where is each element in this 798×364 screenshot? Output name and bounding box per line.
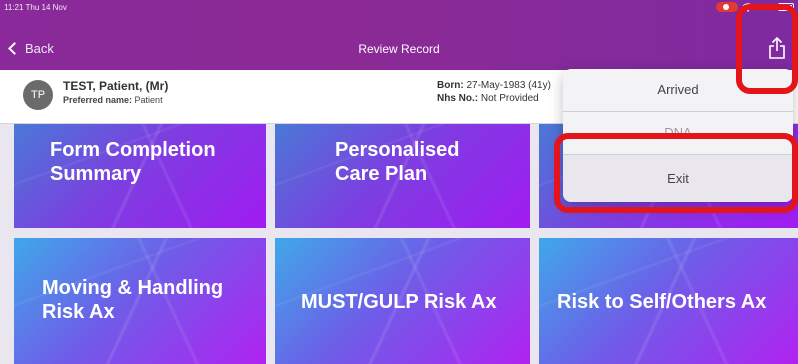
battery-icon — [778, 3, 794, 11]
app-header: 11:21 Thu 14 Nov 97% Back Review Record — [0, 0, 798, 70]
preferred-name-label: Preferred name: — [63, 95, 133, 105]
tile-must-gulp-risk-ax[interactable]: MUST/GULP Risk Ax — [275, 238, 530, 364]
tile-form-completion-summary[interactable]: Form Completion Summary — [14, 124, 266, 228]
menu-item-arrived[interactable]: Arrived — [563, 69, 793, 111]
tile-label-line1: Form Completion — [50, 139, 216, 161]
nav-bar: Back Review Record — [0, 32, 798, 68]
share-action-menu: Arrived DNA Exit — [563, 69, 793, 202]
tile-moving-handling-risk-ax[interactable]: Moving & Handling Risk Ax — [14, 238, 266, 364]
tile-label-line2: Care Plan — [335, 163, 428, 185]
tile-label-line1: Personalised — [335, 139, 460, 161]
tile-risk-to-self-others-ax[interactable]: Risk to Self/Others Ax — [539, 238, 798, 364]
screen-recording-icon — [715, 2, 738, 12]
avatar: TP — [23, 80, 53, 110]
menu-item-exit[interactable]: Exit — [563, 155, 793, 202]
ipad-screen: Form Completion Summary Personalised Car… — [0, 0, 798, 364]
tile-label-line1: Moving & Handling — [42, 277, 224, 299]
born-value: 27-May-1983 (41y) — [466, 80, 551, 91]
status-time: 11:21 Thu 14 Nov — [4, 3, 67, 12]
tile-label-line2: Risk Ax — [42, 301, 115, 323]
tile-label: MUST/GULP Risk Ax — [301, 291, 497, 313]
nhs-label: Nhs No.: — [437, 93, 479, 104]
status-bar: 11:21 Thu 14 Nov 97% — [0, 0, 798, 16]
preferred-name-value: Patient — [134, 95, 163, 105]
born-date: Born: 27-May-1983 (41y) — [437, 80, 551, 91]
page-title: Review Record — [358, 42, 440, 56]
nhs-number: Nhs No.: Not Provided — [437, 93, 539, 104]
tile-label-line2: Summary — [50, 163, 142, 185]
tile-label: Risk to Self/Others Ax — [557, 291, 767, 313]
wifi-icon — [742, 2, 754, 12]
born-label: Born: — [437, 80, 464, 91]
tile-personalised-care-plan[interactable]: Personalised Care Plan — [275, 124, 530, 228]
share-icon[interactable] — [766, 36, 788, 60]
preferred-name: Preferred name: Patient — [63, 95, 163, 105]
menu-item-dna[interactable]: DNA — [563, 112, 793, 154]
patient-name: TEST, Patient, (Mr) — [63, 79, 169, 93]
nhs-value: Not Provided — [480, 93, 539, 104]
battery-percent: 97% — [757, 2, 774, 12]
